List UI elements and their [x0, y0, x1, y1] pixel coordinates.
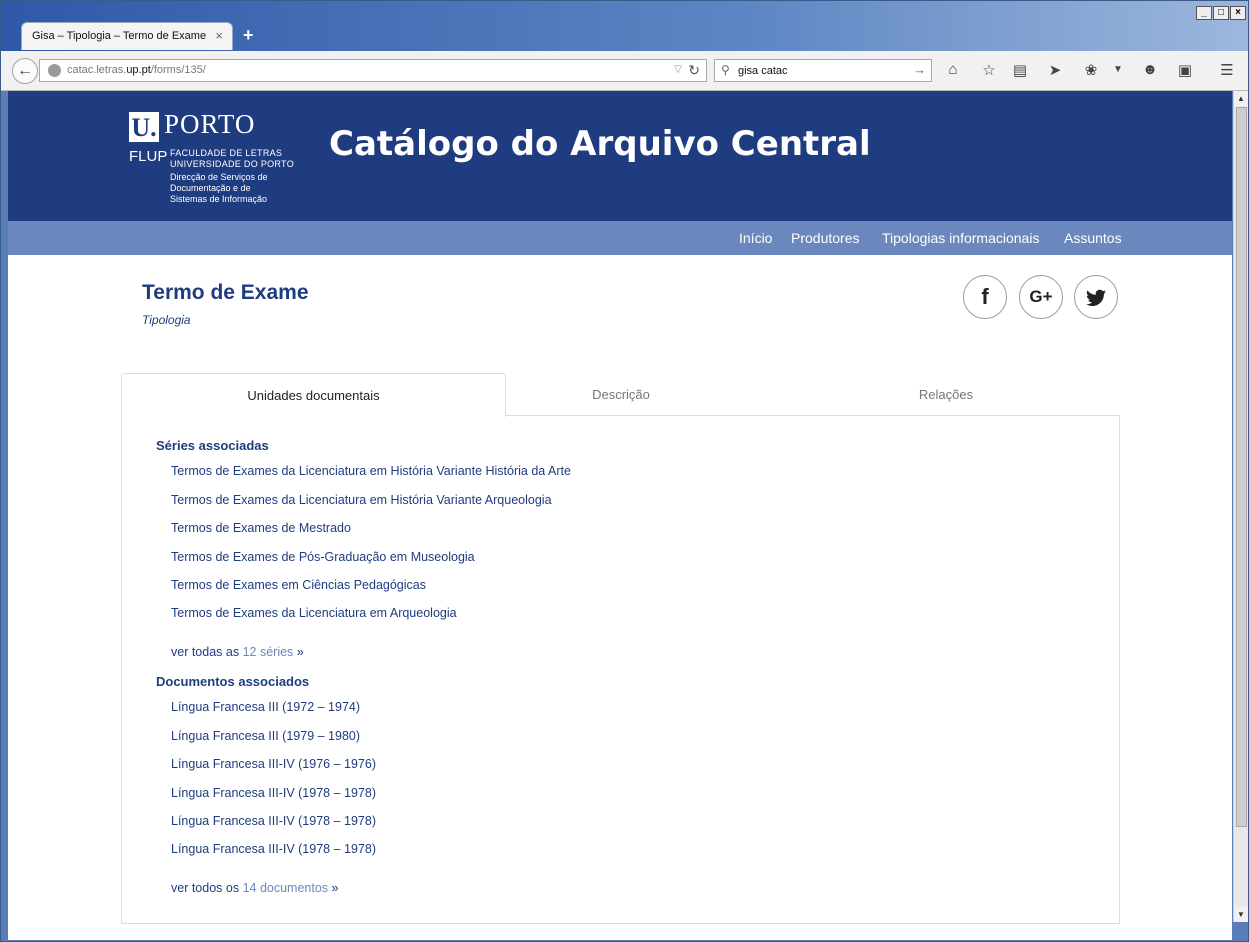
url-dropdown-icon[interactable]: ▽ — [674, 64, 682, 75]
site-nav: Início Produtores Tipologias informacion… — [8, 221, 1232, 255]
document-item[interactable]: Língua Francesa III (1972 – 1974) — [171, 700, 360, 714]
back-button[interactable]: ← — [12, 58, 38, 84]
facebook-icon: f — [981, 284, 989, 309]
page-subtitle: Tipologia — [142, 313, 191, 327]
tab-descricao[interactable]: Descrição — [506, 373, 736, 415]
tabs-area: Séries associadas Termos de Exames da Li… — [121, 373, 1120, 924]
extension-icon[interactable]: ❀ — [1081, 61, 1101, 79]
dropdown-icon[interactable]: ▼ — [1108, 64, 1128, 75]
home-icon[interactable]: ⌂ — [943, 61, 963, 78]
nav-item-assuntos[interactable]: Assuntos — [1064, 230, 1122, 246]
browser-tab[interactable]: Gisa – Tipologia – Termo de Exame × — [21, 22, 233, 50]
google-plus-icon: G+ — [1029, 287, 1053, 306]
document-item[interactable]: Língua Francesa III-IV (1976 – 1976) — [171, 757, 376, 771]
maximize-button[interactable]: □ — [1213, 6, 1229, 20]
nav-item-inicio[interactable]: Início — [739, 230, 772, 246]
series-item[interactable]: Termos de Exames da Licenciatura em Hist… — [171, 493, 552, 507]
new-tab-button[interactable]: + — [243, 25, 254, 46]
google-plus-share-button[interactable]: G+ — [1019, 275, 1063, 319]
document-item[interactable]: Língua Francesa III-IV (1978 – 1978) — [171, 842, 376, 856]
tab-close-icon[interactable]: × — [215, 28, 223, 43]
series-more: ver todas as 12 séries » — [171, 645, 304, 659]
site-title: Catálogo do Arquivo Central — [329, 124, 871, 164]
vertical-scrollbar[interactable]: ▲ ▼ — [1233, 91, 1248, 922]
series-item[interactable]: Termos de Exames de Mestrado — [171, 521, 351, 535]
document-item[interactable]: Língua Francesa III (1979 – 1980) — [171, 729, 360, 743]
bookmark-star-icon[interactable]: ☆ — [979, 61, 999, 79]
series-item[interactable]: Termos de Exames da Licenciatura em Hist… — [171, 464, 571, 478]
search-input[interactable]: gisa catac — [738, 65, 788, 77]
logo-direction: Direcção de Serviços de Documentação e d… — [170, 172, 268, 204]
addon-icon[interactable]: ▣ — [1175, 61, 1195, 79]
logo-flup: FLUP — [129, 148, 168, 165]
series-item[interactable]: Termos de Exames de Pós-Graduação em Mus… — [171, 550, 475, 564]
document-item[interactable]: Língua Francesa III-IV (1978 – 1978) — [171, 814, 376, 828]
twitter-share-button[interactable] — [1074, 275, 1118, 319]
nav-item-tipologias[interactable]: Tipologias informacionais — [882, 230, 1039, 246]
logo-porto[interactable]: PORTO — [164, 109, 255, 140]
series-item[interactable]: Termos de Exames da Licenciatura em Arqu… — [171, 606, 457, 620]
page-title: Termo de Exame — [142, 281, 309, 304]
document-item[interactable]: Língua Francesa III-IV (1978 – 1978) — [171, 786, 376, 800]
documents-more: ver todos os 14 documentos » — [171, 881, 339, 895]
back-arrow-icon: ← — [17, 62, 33, 79]
page-content: U. PORTO FLUP FACULDADE DE LETRAS UNIVER… — [8, 91, 1232, 940]
nav-item-produtores[interactable]: Produtores — [791, 230, 859, 246]
scroll-up-icon[interactable]: ▲ — [1234, 91, 1248, 106]
search-go-icon[interactable]: → — [913, 62, 926, 77]
scroll-thumb[interactable] — [1236, 107, 1247, 827]
tab-panel: Séries associadas Termos de Exames da Li… — [121, 415, 1120, 924]
send-icon[interactable]: ➤ — [1045, 61, 1065, 79]
facebook-share-button[interactable]: f — [963, 275, 1007, 319]
logo-faculty: FACULDADE DE LETRAS UNIVERSIDADE DO PORT… — [170, 148, 294, 169]
series-item[interactable]: Termos de Exames em Ciências Pedagógicas — [171, 578, 426, 592]
documents-more-link[interactable]: 14 documentos — [243, 881, 328, 895]
site-header: U. PORTO FLUP FACULDADE DE LETRAS UNIVER… — [8, 91, 1232, 221]
url-bar[interactable]: catac.letras.up.pt/forms/135/ ▽ ↻ — [39, 59, 707, 82]
tab-title: Gisa – Tipologia – Termo de Exame — [32, 30, 207, 42]
twitter-icon — [1086, 289, 1106, 306]
scroll-down-icon[interactable]: ▼ — [1234, 907, 1248, 922]
tab-relacoes[interactable]: Relações — [836, 373, 1056, 415]
close-button[interactable]: × — [1230, 6, 1246, 20]
series-heading: Séries associadas — [156, 438, 269, 453]
documents-heading: Documentos associados — [156, 674, 310, 689]
nav-toolbar: ← catac.letras.up.pt/forms/135/ ▽ ↻ ⚲ gi… — [1, 51, 1248, 91]
minimize-button[interactable]: _ — [1196, 6, 1212, 20]
search-bar[interactable]: ⚲ gisa catac → — [714, 59, 932, 82]
url-text: catac.letras.up.pt/forms/135/ — [67, 64, 206, 76]
tab-unidades-documentais[interactable]: Unidades documentais — [121, 373, 506, 417]
series-more-link[interactable]: 12 séries — [243, 645, 294, 659]
reload-icon[interactable]: ↻ — [688, 62, 700, 79]
search-icon: ⚲ — [721, 63, 730, 77]
browser-window: Gisa – Tipologia – Termo de Exame × + _ … — [0, 0, 1249, 942]
chat-icon[interactable]: ☻ — [1140, 61, 1160, 78]
globe-icon — [48, 64, 61, 77]
reading-list-icon[interactable]: ▤ — [1010, 61, 1030, 79]
title-bar: Gisa – Tipologia – Termo de Exame × + _ … — [1, 1, 1248, 51]
menu-icon[interactable]: ☰ — [1217, 61, 1237, 79]
logo-u[interactable]: U. — [129, 112, 159, 142]
